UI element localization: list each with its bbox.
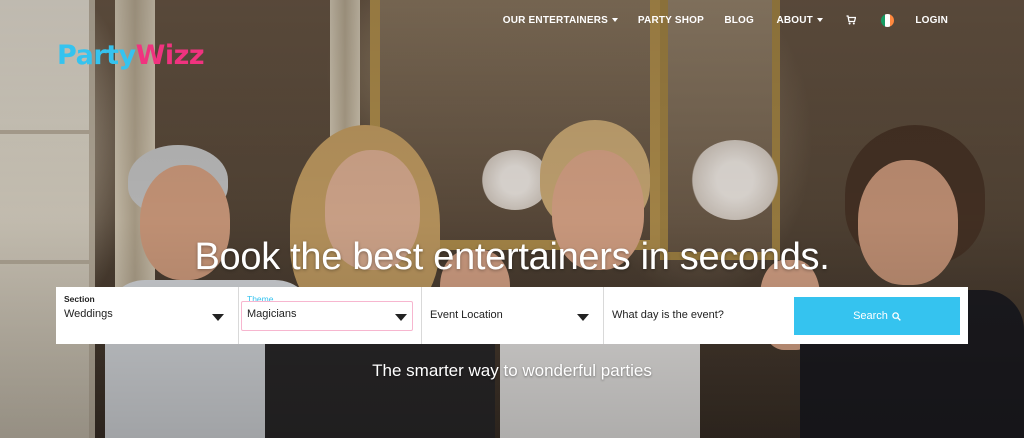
- nav-blog[interactable]: BLOG: [724, 15, 754, 26]
- search-button[interactable]: Search: [794, 297, 960, 335]
- event-date-placeholder: What day is the event?: [612, 309, 724, 321]
- hero-headline: Book the best entertainers in seconds.: [194, 236, 830, 278]
- logo-text-party: Party: [57, 40, 136, 71]
- event-location-select[interactable]: Event Location: [422, 287, 604, 344]
- cart-icon: [846, 15, 856, 25]
- dropdown-arrow-icon: [212, 314, 224, 321]
- theme-focus-outline: [241, 301, 413, 331]
- language-selector[interactable]: [881, 13, 894, 27]
- nav-party-shop-label: PARTY SHOP: [637, 14, 704, 26]
- entertainer-search-form: Section Weddings Theme Magicians Event L…: [56, 287, 968, 344]
- nav-our-entertainers[interactable]: OUR ENTERTAINERS: [503, 15, 618, 26]
- nav-about-label: ABOUT: [776, 14, 813, 26]
- event-date-input[interactable]: What day is the event?: [604, 287, 790, 344]
- partywizz-logo[interactable]: PartyWizz: [57, 40, 205, 71]
- section-select[interactable]: Section Weddings: [56, 287, 239, 344]
- logo-text-wizz: Wizz: [135, 40, 205, 71]
- ireland-flag-icon: [881, 13, 894, 27]
- login-link[interactable]: LOGIN: [915, 15, 948, 26]
- search-icon: [892, 311, 901, 321]
- search-button-label: Search: [853, 310, 888, 322]
- section-label: Section: [64, 294, 95, 304]
- cart-button[interactable]: [846, 15, 856, 25]
- nav-blog-label: BLOG: [724, 14, 754, 26]
- dropdown-arrow-icon: [395, 314, 407, 321]
- event-location-placeholder: Event Location: [430, 309, 503, 321]
- dropdown-arrow-icon: [577, 314, 589, 321]
- hero-tagline: The smarter way to wonderful parties: [372, 361, 652, 380]
- nav-party-shop[interactable]: PARTY SHOP: [638, 15, 704, 26]
- nav-about[interactable]: ABOUT: [776, 15, 823, 26]
- chevron-down-icon: [612, 18, 618, 22]
- section-value: Weddings: [64, 308, 113, 320]
- nav-our-entertainers-label: OUR ENTERTAINERS: [502, 14, 608, 26]
- login-label: LOGIN: [915, 14, 948, 26]
- chevron-down-icon: [817, 18, 823, 22]
- theme-select[interactable]: Theme Magicians: [239, 287, 422, 344]
